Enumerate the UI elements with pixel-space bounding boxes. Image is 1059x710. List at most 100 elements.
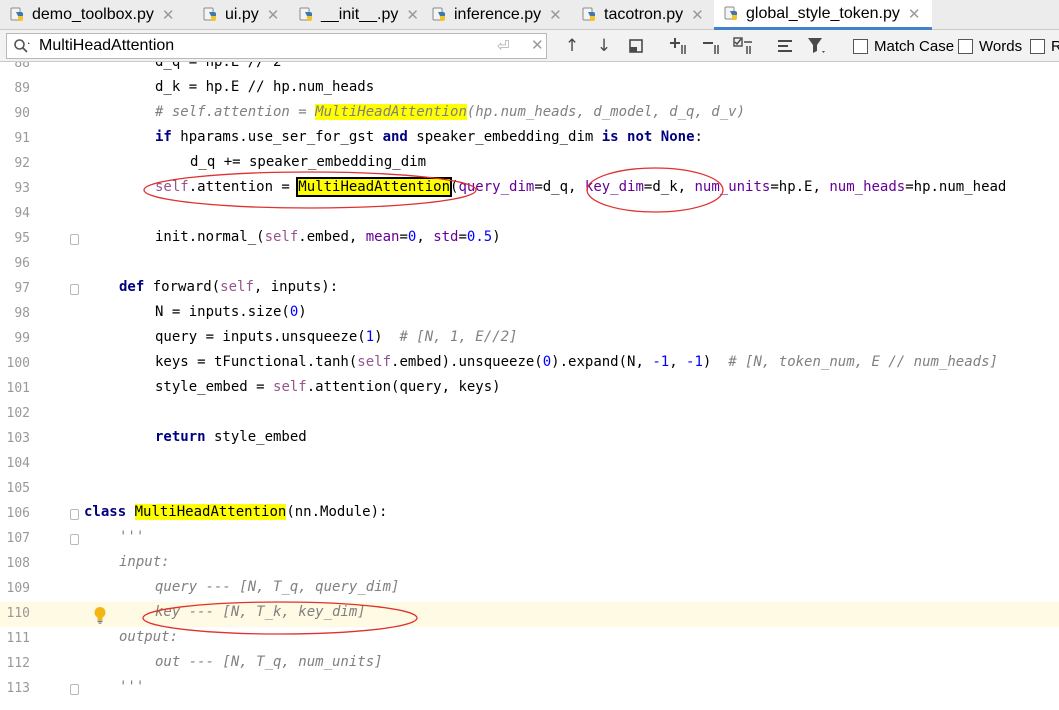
line-number: 106: [6, 506, 30, 521]
words-checkbox[interactable]: Words: [958, 38, 1022, 55]
clear-icon[interactable]: ✕: [531, 36, 544, 54]
code-line[interactable]: 98 N = inputs.size(0): [0, 302, 1059, 327]
tab-tacotron[interactable]: tacotron.py ✕: [572, 0, 714, 30]
remove-caret-icon[interactable]: [700, 36, 722, 56]
fold-marker[interactable]: [70, 684, 79, 695]
line-number: 95: [14, 231, 30, 246]
search-input[interactable]: [39, 36, 479, 56]
code-line[interactable]: 111 output:: [0, 627, 1059, 652]
code-editor[interactable]: 88 d_q = hp.E // 2 89 d_k = hp.E // hp.n…: [0, 62, 1059, 710]
keyword: if: [155, 129, 172, 145]
fold-marker[interactable]: [70, 509, 79, 520]
checkbox-box[interactable]: [958, 39, 973, 54]
code-line[interactable]: 102: [0, 402, 1059, 427]
match-case-label: Match Case: [874, 38, 955, 55]
close-icon[interactable]: ✕: [549, 6, 562, 24]
code-line[interactable]: 95 init.normal_(self.embed, mean=0, std=…: [0, 227, 1059, 252]
line-number: 105: [6, 481, 30, 496]
code-token: forward(: [144, 279, 221, 295]
code-line[interactable]: 103 return style_embed: [0, 427, 1059, 452]
code-line[interactable]: 108 input:: [0, 552, 1059, 577]
add-caret-icon[interactable]: [667, 36, 689, 56]
match-case-checkbox[interactable]: Match Case: [853, 38, 954, 55]
close-icon[interactable]: ✕: [908, 5, 921, 23]
code-line[interactable]: 96: [0, 252, 1059, 277]
code-token: d_k = hp.E // hp.num_heads: [155, 79, 375, 95]
code-text: style_embed = self.attention(query, keys…: [155, 379, 501, 395]
toggle-selection-icon[interactable]: [732, 36, 754, 56]
close-icon[interactable]: ✕: [406, 6, 419, 24]
code-line[interactable]: 101 style_embed = self.attention(query, …: [0, 377, 1059, 402]
code-token: d_q += speaker_embedding_dim: [190, 154, 427, 170]
code-token: =: [399, 229, 408, 245]
keyword: None: [660, 129, 695, 145]
multiline-icon[interactable]: [774, 36, 796, 56]
self-token: self: [264, 229, 299, 245]
code-line[interactable]: 112 out --- [N, T_q, num_units]: [0, 652, 1059, 677]
comment: (hp.num_heads, d_model, d_q, d_v): [466, 104, 746, 120]
line-number: 103: [6, 431, 30, 446]
code-token: .embed).unsqueeze(: [391, 354, 543, 370]
code-line-current[interactable]: 110 key --- [N, T_k, key_dim]: [0, 602, 1059, 627]
code-line[interactable]: 92 d_q += speaker_embedding_dim: [0, 152, 1059, 177]
code-line[interactable]: 107 ''': [0, 527, 1059, 552]
code-line[interactable]: 93 self.attention = MultiHeadAttention(q…: [0, 177, 1059, 202]
code-line[interactable]: 100 keys = tFunctional.tanh(self.embed).…: [0, 352, 1059, 377]
fold-marker[interactable]: [70, 284, 79, 295]
code-text: d_q = hp.E // 2: [155, 62, 281, 70]
tab-init[interactable]: __init__.py ✕: [289, 0, 422, 30]
keyword: def: [119, 279, 145, 295]
code-line[interactable]: 90 # self.attention = MultiHeadAttention…: [0, 102, 1059, 127]
code-text: N = inputs.size(0): [155, 304, 307, 320]
code-line[interactable]: 99 query = inputs.unsqueeze(1) # [N, 1, …: [0, 327, 1059, 352]
code-line[interactable]: 104: [0, 452, 1059, 477]
code-line[interactable]: 106 class MultiHeadAttention(nn.Module):: [0, 502, 1059, 527]
tab-ui[interactable]: ui.py ✕: [193, 0, 289, 30]
code-line[interactable]: 105: [0, 477, 1059, 502]
code-text: self.attention = MultiHeadAttention(quer…: [155, 177, 1006, 197]
code-token: ,: [416, 229, 434, 245]
docstring: ''': [119, 679, 144, 695]
enter-icon[interactable]: ⏎: [497, 37, 510, 55]
line-number: 88: [14, 62, 30, 71]
code-text: return style_embed: [155, 429, 307, 445]
close-icon[interactable]: ✕: [162, 6, 175, 24]
code-line[interactable]: 113 ''': [0, 677, 1059, 702]
checkbox-box[interactable]: [1030, 39, 1045, 54]
fold-marker[interactable]: [70, 234, 79, 245]
code-token: keys = tFunctional.tanh(: [155, 354, 358, 370]
code-token: ).expand(N,: [551, 354, 653, 370]
docstring: key --- [N, T_k, key_dim]: [155, 604, 366, 620]
regex-checkbox[interactable]: R: [1030, 38, 1059, 55]
code-line[interactable]: 91 if hparams.use_ser_for_gst and speake…: [0, 127, 1059, 152]
fold-marker[interactable]: [70, 534, 79, 545]
up-arrow-icon[interactable]: ↑: [561, 36, 583, 56]
down-arrow-icon[interactable]: ↓: [593, 36, 615, 56]
code-token: speaker_embedding_dim: [407, 129, 602, 145]
line-number: 102: [6, 406, 30, 421]
line-number: 94: [14, 206, 30, 221]
keyword: and: [382, 129, 408, 145]
code-line[interactable]: 97 def forward(self, inputs):: [0, 277, 1059, 302]
code-line[interactable]: 88 d_q = hp.E // 2: [0, 62, 1059, 77]
self-token: self: [273, 379, 307, 395]
code-line[interactable]: 89 d_k = hp.E // hp.num_heads: [0, 77, 1059, 102]
line-number: 93: [14, 181, 30, 196]
code-line[interactable]: 94: [0, 202, 1059, 227]
search-box[interactable]: ⏎ ✕: [6, 33, 547, 59]
tab-label: global_style_token.py: [746, 4, 900, 22]
tab-global-style-token[interactable]: global_style_token.py ✕: [714, 0, 932, 30]
close-icon[interactable]: ✕: [691, 6, 704, 24]
search-icon[interactable]: [13, 38, 30, 54]
tab-demo-toolbox[interactable]: demo_toolbox.py ✕: [0, 0, 193, 30]
lightbulb-icon[interactable]: [93, 606, 107, 624]
select-all-icon[interactable]: [625, 36, 647, 56]
filter-icon[interactable]: [806, 36, 828, 56]
close-icon[interactable]: ✕: [267, 6, 280, 24]
docstring: ''': [119, 529, 144, 545]
tab-inference[interactable]: inference.py ✕: [422, 0, 572, 30]
line-number: 92: [14, 156, 30, 171]
code-line[interactable]: 109 query --- [N, T_q, query_dim]: [0, 577, 1059, 602]
checkbox-box[interactable]: [853, 39, 868, 54]
